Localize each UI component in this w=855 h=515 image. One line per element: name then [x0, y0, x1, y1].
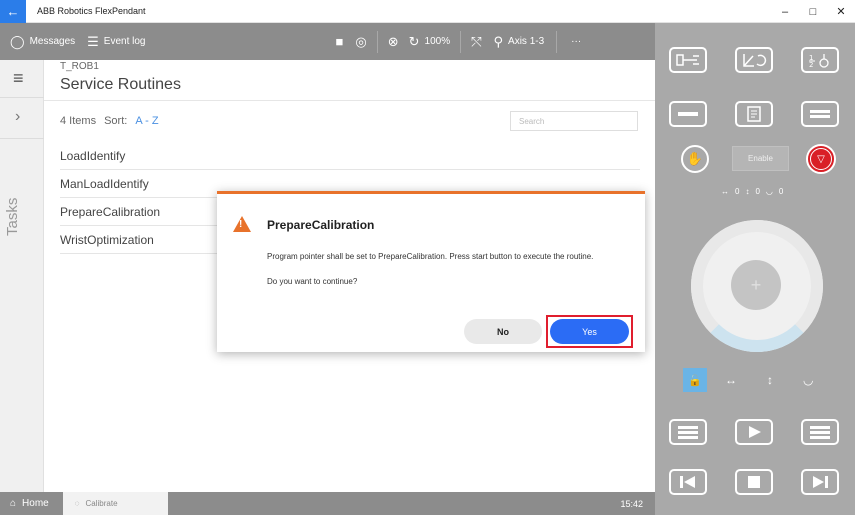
hold-to-run-button[interactable]: ✋ [681, 145, 709, 173]
bottom-status-bar: ⌂ Home ◌ Calibrate 15:42 [0, 492, 655, 515]
sort-order-button[interactable]: A - Z [135, 115, 158, 127]
enable-button[interactable]: Enable [732, 146, 789, 171]
toolbar-divider [460, 30, 462, 53]
step-mode-key[interactable] [669, 419, 707, 445]
run-mode-button[interactable]: ◎ [355, 34, 366, 50]
arrow-left-icon: ← [6, 3, 20, 19]
skip-forward-icon [813, 476, 828, 488]
left-rail: ≡ › Tasks [0, 60, 44, 492]
axis-lock-row: 🔓 ↔ ↕ ◡ [683, 368, 843, 392]
speed-button[interactable]: ↻ 100% [409, 34, 450, 50]
toolbar-divider [376, 30, 378, 53]
dialog-message: Program pointer shall be set to PrepareC… [267, 252, 594, 261]
lock-x-axis[interactable]: ↔ [725, 373, 737, 387]
robot-gripper-icon [676, 54, 699, 66]
home-icon: ⌂ [10, 498, 17, 509]
stop-key[interactable] [735, 469, 773, 495]
clock: 15:42 [620, 498, 643, 509]
flexpendant-app: ← ABB Robotics FlexPendant – □ ✕ ◯ Messa… [0, 0, 855, 515]
start-key[interactable] [735, 419, 773, 445]
double-bar-icon [810, 110, 830, 118]
programmable-key-1[interactable] [669, 101, 707, 127]
hand-icon: ✋ [686, 151, 704, 166]
increment-icon: 12 [809, 54, 829, 68]
close-button[interactable]: ✕ [827, 0, 855, 23]
bar-icon [678, 112, 698, 116]
sort-label: Sort: [104, 115, 128, 127]
home-button[interactable]: ⌂ Home [10, 498, 49, 509]
messages-button[interactable]: ◯ Messages [10, 34, 75, 50]
robot-arm-icon: ⤲ [471, 33, 482, 49]
increment-key[interactable]: 12 [801, 47, 839, 73]
motion-mode-key[interactable] [735, 47, 773, 73]
programmable-key-2[interactable] [735, 101, 773, 127]
confirm-dialog: ! PrepareCalibration Program pointer sha… [217, 191, 645, 352]
stop-icon [748, 476, 760, 488]
jog-readout: ↔ 0 ↕ 0 ◡ 0 [721, 187, 784, 196]
header-divider [44, 100, 655, 101]
back-button[interactable]: ← [0, 0, 26, 23]
top-toolbar: ◯ Messages ☰ Event log ■ ◎ ⊗ ↻ 100% ⤲ ⚲ … [0, 23, 655, 60]
calibrate-tab[interactable]: ◌ Calibrate [62, 492, 168, 515]
list-icon: ☰ [87, 33, 99, 49]
search-input[interactable]: Search [510, 111, 638, 131]
dialog-title: PrepareCalibration [267, 218, 375, 232]
dialog-question: Do you want to continue? [267, 277, 358, 286]
chevron-right-icon[interactable]: › [15, 108, 20, 126]
rail-divider [0, 97, 44, 98]
robot-task-name: T_ROB1 [60, 61, 99, 72]
tasks-tab[interactable]: Tasks [4, 198, 21, 236]
yes-button[interactable]: Yes [550, 319, 629, 344]
page-title: Service Routines [60, 76, 181, 93]
window-title: ABB Robotics FlexPendant [37, 6, 146, 16]
step-backward-key[interactable] [669, 469, 707, 495]
speedometer-icon: ↻ [408, 33, 420, 49]
list-item[interactable]: LoadIdentify [60, 142, 640, 170]
no-button[interactable]: No [464, 319, 542, 344]
lock-y-axis[interactable]: ↕ [767, 373, 773, 387]
axis-icon: ⚲ [493, 33, 504, 49]
window-titlebar: ← ABB Robotics FlexPendant – □ ✕ [0, 0, 855, 23]
motor-status[interactable]: ⊗ [388, 34, 399, 50]
step-key[interactable] [801, 419, 839, 445]
list-sort-bar: 4 Items Sort: A - Z [60, 115, 159, 127]
minimize-button[interactable]: – [771, 0, 799, 23]
chat-bubble-icon: ◯ [10, 33, 25, 49]
mechanical-unit-button[interactable]: ⤲ [471, 34, 481, 50]
rail-divider [0, 138, 44, 139]
step-forward-key[interactable] [801, 469, 839, 495]
cycle-icon: ◎ [355, 33, 367, 49]
list-lines-icon [678, 426, 698, 439]
lock-z-axis[interactable]: ◡ [803, 373, 813, 387]
stop-triangle-icon: ▽ [810, 148, 832, 170]
warning-exclamation: ! [239, 219, 243, 230]
stop-status[interactable]: ■ [336, 34, 344, 49]
axis-button[interactable]: ⚲ Axis 1-3 [494, 34, 545, 50]
stop-square-icon: ■ [335, 34, 344, 49]
play-icon [749, 426, 761, 438]
emergency-stop-button[interactable]: ▽ [806, 144, 836, 174]
svg-text:2: 2 [809, 61, 813, 68]
window-controls: – □ ✕ [771, 0, 855, 23]
programmable-key-3[interactable] [801, 101, 839, 127]
maximize-button[interactable]: □ [799, 0, 827, 23]
motor-icon: ⊗ [387, 33, 399, 49]
more-button[interactable]: ··· [571, 36, 581, 47]
document-icon [747, 106, 761, 122]
linear-reorient-icon [743, 54, 767, 67]
item-count: 4 Items [60, 115, 97, 127]
lock-icon[interactable]: 🔓 [683, 368, 707, 392]
eventlog-button[interactable]: ☰ Event log [87, 34, 145, 50]
list-lines-icon [810, 426, 830, 439]
mech-unit-key[interactable] [669, 47, 707, 73]
toolbar-divider [556, 30, 558, 53]
pendant-panel: 12 ✋ Enable ▽ ↔ 0 ↕ 0 ◡ 0 + 🔓 ↔ ↕ ◡ [655, 23, 855, 515]
hamburger-menu-icon[interactable]: ≡ [13, 68, 24, 89]
skip-back-icon [680, 476, 695, 488]
calibrate-icon: ◌ [74, 499, 80, 508]
joystick-center-icon[interactable]: + [731, 260, 781, 310]
